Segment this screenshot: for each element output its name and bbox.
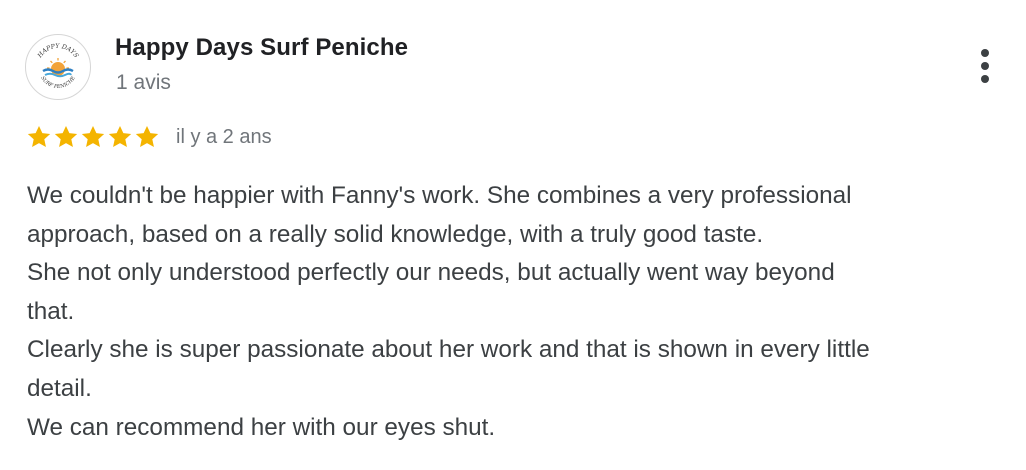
avatar-text-bottom: SURF PENICHE <box>39 75 77 90</box>
more-vert-icon-dot-2 <box>981 62 989 70</box>
happy-days-surf-logo-icon: HAPPY DAYS SURF PENICHE <box>36 43 80 90</box>
review-text-line: that. <box>27 297 75 325</box>
review-card: HAPPY DAYS SURF PENICHE Happy Days Surf … <box>0 0 1026 470</box>
svg-text:SURF PENICHE: SURF PENICHE <box>39 75 77 90</box>
avatar-text-top: HAPPY DAYS <box>36 43 80 60</box>
review-text-line: detail. <box>27 374 92 402</box>
author-review-count[interactable]: 1 avis <box>116 71 171 95</box>
review-text-line: Clearly she is super passionate about he… <box>27 336 870 364</box>
star-icon <box>81 125 105 147</box>
rating-row: il y a 2 ans <box>26 122 272 152</box>
review-text-line: We can recommend her with our eyes shut. <box>27 413 496 441</box>
svg-text:HAPPY DAYS: HAPPY DAYS <box>36 43 80 60</box>
star-icon <box>108 125 132 147</box>
more-vert-icon <box>981 49 989 57</box>
author-name[interactable]: Happy Days Surf Peniche <box>115 34 408 62</box>
star-icon <box>27 125 51 147</box>
star-icon <box>135 125 159 147</box>
review-text-line: She not only understood perfectly our ne… <box>27 259 835 287</box>
review-date: il y a 2 ans <box>176 125 272 148</box>
author-avatar[interactable]: HAPPY DAYS SURF PENICHE <box>25 34 91 100</box>
review-text-line: approach, based on a really solid knowle… <box>27 220 764 248</box>
more-options-button[interactable] <box>968 46 1002 86</box>
more-vert-icon-dot-3 <box>981 75 989 83</box>
star-rating <box>26 124 160 150</box>
star-icon <box>54 125 78 147</box>
review-text: We couldn't be happier with Fanny's work… <box>27 177 1017 447</box>
review-text-line: We couldn't be happier with Fanny's work… <box>27 182 852 209</box>
